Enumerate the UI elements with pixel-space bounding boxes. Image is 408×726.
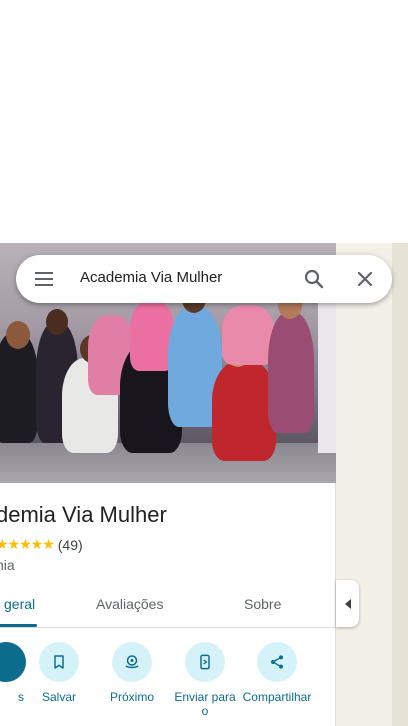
rating-row[interactable]: ★★★★★ (49) [0,536,83,553]
search-icon[interactable] [302,267,326,291]
nearby-icon [112,642,152,682]
share-button[interactable]: Compartilhar [237,642,317,704]
bookmark-icon [39,642,79,682]
active-tab-indicator [0,624,37,627]
place-category[interactable]: nia [0,557,15,573]
search-input[interactable]: Academia Via Mulher [80,269,222,286]
photo-person [212,361,276,461]
photo-person [0,333,38,443]
nearby-label: Próximo [109,690,154,704]
star-rating-icon: ★★★★★ [0,536,55,552]
blank-top-area [0,0,408,243]
search-box[interactable]: Academia Via Mulher [16,255,392,303]
photo-person [268,313,314,433]
save-button[interactable]: Salvar [19,642,99,704]
nearby-button[interactable]: Próximo [92,642,172,704]
send-to-phone-button[interactable]: Enviar para o [165,642,245,718]
photo-head [6,321,30,349]
send-to-phone-label: Enviar para o [174,690,236,718]
share-label: Compartilhar [242,690,312,704]
photo-person [222,305,274,365]
save-label: Salvar [41,690,76,704]
menu-icon[interactable] [32,267,56,291]
map-road [392,243,408,726]
tab-bar: geral Avaliações Sobre [0,584,336,628]
close-icon[interactable] [353,267,377,291]
share-icon [257,642,297,682]
photo-head [46,309,68,335]
place-title: demia Via Mulher [0,502,167,527]
tab-overview[interactable]: geral [4,596,35,612]
tab-reviews[interactable]: Avaliações [96,596,163,612]
collapse-panel-button[interactable] [336,580,359,627]
send-to-phone-icon [185,642,225,682]
tab-about[interactable]: Sobre [244,596,281,612]
review-count[interactable]: (49) [58,537,83,553]
caret-left-icon [344,598,351,609]
